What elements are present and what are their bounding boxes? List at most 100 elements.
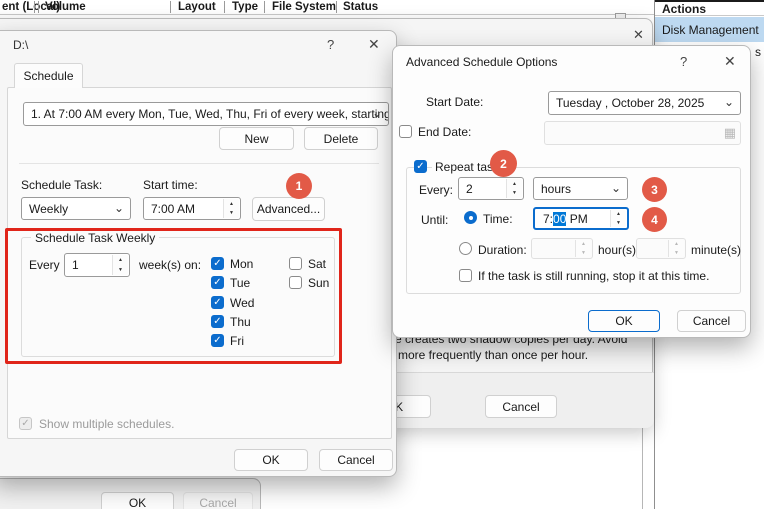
until-time-spinner[interactable]: 7:00 PM ▲▼ <box>533 207 629 230</box>
advanced-schedule-dialog: Advanced Schedule Options ? ✕ Start Date… <box>392 45 751 338</box>
column-header-volume[interactable]: Volume <box>45 1 86 13</box>
until-time-value: 7:00 PM <box>543 212 588 226</box>
spin-down-icon: ▼ <box>611 219 626 228</box>
checkbox-show-multiple[interactable]: ✓ <box>19 417 32 430</box>
actions-item-label: Disk Management <box>655 23 759 37</box>
column-header-status[interactable]: Status <box>343 1 378 13</box>
repeat-unit-value: hours <box>541 182 571 196</box>
tab-schedule-label: Schedule <box>23 69 73 83</box>
header-separator <box>224 1 225 13</box>
help-icon[interactable]: ? <box>680 54 687 69</box>
start-date-value: Tuesday , October 28, 2025 <box>556 96 704 110</box>
duration-hours-spinner[interactable]: ▲▼ <box>531 238 593 259</box>
header-underline <box>0 14 654 15</box>
minutes-suffix-label: minute(s) <box>691 243 741 257</box>
spinner-buttons[interactable]: ▲▼ <box>668 240 684 257</box>
header-separator <box>170 1 171 13</box>
start-date-label: Start Date: <box>426 95 483 109</box>
settings-note-line2: more frequently than once per hour. <box>398 348 588 362</box>
checkbox-end-date[interactable] <box>399 125 412 138</box>
schedule-dialog: D:\ ? ✕ Schedule 1. At 7:00 AM every Mon… <box>0 30 397 477</box>
settings-cancel-button[interactable]: Cancel <box>485 395 557 418</box>
spin-down-icon: ▼ <box>224 209 239 219</box>
annotation-rectangle <box>5 228 342 364</box>
bottom-cancel-button[interactable]: Cancel <box>183 492 253 509</box>
radio-duration-label: Duration: <box>478 243 527 257</box>
advanced-button[interactable]: Advanced... <box>252 197 325 221</box>
schedule-ok-button[interactable]: OK <box>234 449 308 471</box>
until-label: Until: <box>421 213 448 227</box>
time-suffix: PM <box>566 212 587 226</box>
annotation-badge-2: 2 <box>490 150 517 177</box>
spin-up-icon: ▲ <box>507 179 522 189</box>
close-icon[interactable]: ✕ <box>368 36 380 53</box>
advanced-cancel-button[interactable]: Cancel <box>677 310 746 332</box>
spin-up-icon: ▲ <box>224 199 239 209</box>
start-time-label: Start time: <box>143 178 198 192</box>
annotation-badge-4: 4 <box>642 207 667 232</box>
actions-item-disk-management[interactable]: Disk Management <box>655 17 764 42</box>
delete-button[interactable]: Delete <box>304 127 378 150</box>
end-date-label: End Date: <box>418 125 471 139</box>
time-selected-text: 00 <box>553 212 566 226</box>
dialog-title: Advanced Schedule Options <box>406 55 557 69</box>
spin-down-icon: ▼ <box>669 249 684 258</box>
header-separator <box>336 1 337 13</box>
header-separator <box>34 1 35 13</box>
panel-divider <box>642 427 643 509</box>
spinner-buttons[interactable]: ▲▼ <box>506 179 522 198</box>
close-icon[interactable]: ✕ <box>724 53 736 70</box>
column-header-type[interactable]: Type <box>232 1 258 13</box>
stop-task-label: If the task is still running, stop it at… <box>478 269 709 283</box>
close-icon[interactable]: ✕ <box>633 27 644 43</box>
column-header-filesystem[interactable]: File System <box>272 1 336 13</box>
schedule-list-value: 1. At 7:00 AM every Mon, Tue, Wed, Thu, … <box>31 107 389 121</box>
calendar-icon: ▦ <box>724 125 736 141</box>
checkbox-stop-task[interactable] <box>459 269 472 282</box>
actions-panel-title: Actions <box>662 2 706 16</box>
chevron-down-icon: ⌄ <box>372 106 382 120</box>
chevron-down-icon: ⌄ <box>724 95 734 109</box>
checkbox-repeat-task[interactable]: ✓ <box>414 160 427 173</box>
radio-duration[interactable] <box>459 242 472 255</box>
schedule-task-label: Schedule Task: <box>21 178 102 192</box>
bottom-dialog: OK Cancel <box>0 478 261 509</box>
repeat-every-spinner[interactable]: 2 ▲▼ <box>458 177 524 200</box>
spin-up-icon: ▲ <box>669 240 684 249</box>
column-header-layout[interactable]: Layout <box>178 1 216 13</box>
annotation-badge-1: 1 <box>286 173 312 199</box>
screenshot-root: ent (Local) Volume Layout Type File Syst… <box>0 0 764 509</box>
start-date-combobox[interactable]: Tuesday , October 28, 2025 ⌄ <box>548 91 741 115</box>
header-separator <box>264 1 265 13</box>
help-icon[interactable]: ? <box>327 37 334 52</box>
spinner-buttons[interactable]: ▲▼ <box>223 199 239 218</box>
spinner-buttons[interactable]: ▲▼ <box>575 240 591 257</box>
chevron-down-icon: ⌄ <box>114 200 124 214</box>
new-button[interactable]: New <box>219 127 294 150</box>
end-date-field[interactable]: ▦ <box>544 121 741 145</box>
chevron-down-icon: ⌄ <box>611 180 621 194</box>
schedule-task-value: Weekly <box>29 202 68 216</box>
advanced-ok-button[interactable]: OK <box>588 310 660 332</box>
radio-time[interactable] <box>464 211 477 224</box>
time-prefix: 7: <box>543 212 553 226</box>
tab-schedule[interactable]: Schedule <box>14 63 83 88</box>
spin-up-icon: ▲ <box>576 240 591 249</box>
show-multiple-label: Show multiple schedules. <box>39 417 174 431</box>
spin-up-icon: ▲ <box>611 210 626 219</box>
repeat-every-value: 2 <box>466 182 473 196</box>
header-separator <box>38 1 39 13</box>
start-time-spinner[interactable]: 7:00 AM ▲▼ <box>143 197 241 220</box>
dialog-title: D:\ <box>13 38 28 52</box>
spinner-buttons[interactable]: ▲▼ <box>610 210 626 227</box>
schedule-list-combobox[interactable]: 1. At 7:00 AM every Mon, Tue, Wed, Thu, … <box>23 102 389 126</box>
schedule-cancel-button[interactable]: Cancel <box>319 449 393 471</box>
duration-minutes-spinner[interactable]: ▲▼ <box>636 238 686 259</box>
bottom-ok-button[interactable]: OK <box>101 492 174 509</box>
actions-title-underline <box>655 15 764 16</box>
repeat-unit-combobox[interactable]: hours ⌄ <box>533 177 628 200</box>
schedule-task-combobox[interactable]: Weekly ⌄ <box>21 197 131 220</box>
annotation-badge-3: 3 <box>642 177 667 202</box>
spin-down-icon: ▼ <box>507 189 522 199</box>
radio-time-label: Time: <box>483 212 513 226</box>
